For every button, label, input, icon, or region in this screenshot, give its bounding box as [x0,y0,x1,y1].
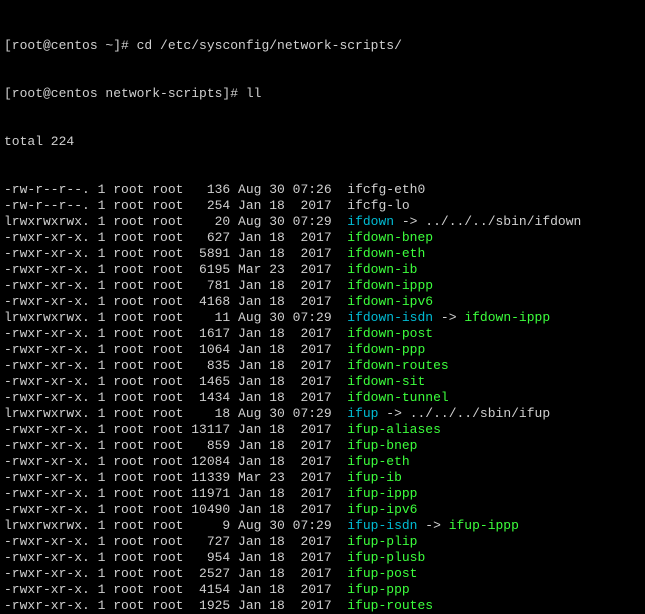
file-meta: -rwxr-xr-x. 1 root root 835 Jan 18 2017 [4,358,347,373]
file-name: ifcfg-eth0 [347,182,425,197]
file-meta: -rwxr-xr-x. 1 root root 4168 Jan 18 2017 [4,294,347,309]
line-prompt-2: [root@centos network-scripts]# ll [4,86,641,102]
file-row: -rwxr-xr-x. 1 root root 5891 Jan 18 2017… [4,246,641,262]
file-meta: -rw-r--r--. 1 root root 136 Aug 30 07:26 [4,182,347,197]
file-meta: -rwxr-xr-x. 1 root root 4154 Jan 18 2017 [4,582,347,597]
link-target: ifup-ippp [449,518,519,533]
link-target: ../../../sbin/ifdown [425,214,581,229]
file-row: -rwxr-xr-x. 1 root root 6195 Mar 23 2017… [4,262,641,278]
terminal[interactable]: [root@centos ~]# cd /etc/sysconfig/netwo… [0,0,645,614]
file-row: -rwxr-xr-x. 1 root root 859 Jan 18 2017 … [4,438,641,454]
file-row: -rwxr-xr-x. 1 root root 13117 Jan 18 201… [4,422,641,438]
file-meta: lrwxrwxrwx. 1 root root 11 Aug 30 07:29 [4,310,347,325]
file-name-exec: ifup-ib [347,470,402,485]
link-arrow: -> [378,406,409,421]
link-arrow: -> [394,214,425,229]
file-meta: -rwxr-xr-x. 1 root root 6195 Mar 23 2017 [4,262,347,277]
file-meta: -rwxr-xr-x. 1 root root 13117 Jan 18 201… [4,422,347,437]
file-meta: -rwxr-xr-x. 1 root root 954 Jan 18 2017 [4,550,347,565]
file-row: -rwxr-xr-x. 1 root root 4154 Jan 18 2017… [4,582,641,598]
file-meta: -rwxr-xr-x. 1 root root 627 Jan 18 2017 [4,230,347,245]
file-meta: -rwxr-xr-x. 1 root root 1465 Jan 18 2017 [4,374,347,389]
file-name-exec: ifup-plusb [347,550,425,565]
file-row: -rwxr-xr-x. 1 root root 4168 Jan 18 2017… [4,294,641,310]
file-name-link: ifdown [347,214,394,229]
link-target: ifdown-ippp [464,310,550,325]
file-row: -rwxr-xr-x. 1 root root 835 Jan 18 2017 … [4,358,641,374]
file-row: -rwxr-xr-x. 1 root root 1617 Jan 18 2017… [4,326,641,342]
file-meta: -rwxr-xr-x. 1 root root 781 Jan 18 2017 [4,278,347,293]
file-row: -rwxr-xr-x. 1 root root 1434 Jan 18 2017… [4,390,641,406]
command: ll [246,86,262,101]
prompt: [root@centos ~]# [4,38,137,53]
file-row: -rwxr-xr-x. 1 root root 11339 Mar 23 201… [4,470,641,486]
file-meta: lrwxrwxrwx. 1 root root 20 Aug 30 07:29 [4,214,347,229]
file-name-exec: ifup-aliases [347,422,441,437]
link-arrow: -> [417,518,448,533]
file-row: -rw-r--r--. 1 root root 136 Aug 30 07:26… [4,182,641,198]
file-row: -rwxr-xr-x. 1 root root 727 Jan 18 2017 … [4,534,641,550]
line-prompt-1: [root@centos ~]# cd /etc/sysconfig/netwo… [4,38,641,54]
file-meta: -rwxr-xr-x. 1 root root 11339 Mar 23 201… [4,470,347,485]
file-row: -rwxr-xr-x. 1 root root 12084 Jan 18 201… [4,454,641,470]
file-name-exec: ifdown-post [347,326,433,341]
file-name-exec: ifup-post [347,566,417,581]
file-row: -rwxr-xr-x. 1 root root 954 Jan 18 2017 … [4,550,641,566]
file-row: -rw-r--r--. 1 root root 254 Jan 18 2017 … [4,198,641,214]
file-row: -rwxr-xr-x. 1 root root 2527 Jan 18 2017… [4,566,641,582]
file-meta: -rwxr-xr-x. 1 root root 10490 Jan 18 201… [4,502,347,517]
file-name-exec: ifdown-sit [347,374,425,389]
file-meta: -rwxr-xr-x. 1 root root 5891 Jan 18 2017 [4,246,347,261]
file-row: lrwxrwxrwx. 1 root root 9 Aug 30 07:29 i… [4,518,641,534]
file-meta: -rw-r--r--. 1 root root 254 Jan 18 2017 [4,198,347,213]
file-name-exec: ifdown-bnep [347,230,433,245]
file-meta: lrwxrwxrwx. 1 root root 18 Aug 30 07:29 [4,406,347,421]
file-name-exec: ifdown-eth [347,246,425,261]
file-row: -rwxr-xr-x. 1 root root 11971 Jan 18 201… [4,486,641,502]
file-name-exec: ifdown-ippp [347,278,433,293]
file-meta: -rwxr-xr-x. 1 root root 1925 Jan 18 2017 [4,598,347,613]
file-row: -rwxr-xr-x. 1 root root 781 Jan 18 2017 … [4,278,641,294]
file-meta: -rwxr-xr-x. 1 root root 2527 Jan 18 2017 [4,566,347,581]
file-name-exec: ifup-ippp [347,486,417,501]
link-arrow: -> [433,310,464,325]
file-row: lrwxrwxrwx. 1 root root 18 Aug 30 07:29 … [4,406,641,422]
file-name-link: ifdown-isdn [347,310,433,325]
file-row: -rwxr-xr-x. 1 root root 1064 Jan 18 2017… [4,342,641,358]
file-row: -rwxr-xr-x. 1 root root 627 Jan 18 2017 … [4,230,641,246]
file-row: lrwxrwxrwx. 1 root root 11 Aug 30 07:29 … [4,310,641,326]
file-name-exec: ifup-ipv6 [347,502,417,517]
file-meta: -rwxr-xr-x. 1 root root 1434 Jan 18 2017 [4,390,347,405]
file-name-link: ifup-isdn [347,518,417,533]
file-row: -rwxr-xr-x. 1 root root 1465 Jan 18 2017… [4,374,641,390]
file-meta: -rwxr-xr-x. 1 root root 1064 Jan 18 2017 [4,342,347,357]
line-total: total 224 [4,134,641,150]
file-meta: -rwxr-xr-x. 1 root root 11971 Jan 18 201… [4,486,347,501]
file-name-exec: ifdown-ib [347,262,417,277]
file-name-exec: ifup-eth [347,454,409,469]
file-listing: -rw-r--r--. 1 root root 136 Aug 30 07:26… [4,182,641,614]
file-name-exec: ifup-routes [347,598,433,613]
file-name: ifcfg-lo [347,198,409,213]
file-meta: -rwxr-xr-x. 1 root root 727 Jan 18 2017 [4,534,347,549]
link-target: ../../../sbin/ifup [410,406,550,421]
file-name-exec: ifdown-tunnel [347,390,448,405]
file-name-exec: ifdown-ppp [347,342,425,357]
file-meta: -rwxr-xr-x. 1 root root 1617 Jan 18 2017 [4,326,347,341]
file-name-exec: ifup-plip [347,534,417,549]
prompt: [root@centos network-scripts]# [4,86,246,101]
file-row: -rwxr-xr-x. 1 root root 10490 Jan 18 201… [4,502,641,518]
file-name-exec: ifdown-ipv6 [347,294,433,309]
file-name-exec: ifdown-routes [347,358,448,373]
file-name-exec: ifup-bnep [347,438,417,453]
command: cd /etc/sysconfig/network-scripts/ [137,38,402,53]
total-text: total 224 [4,134,74,149]
file-meta: lrwxrwxrwx. 1 root root 9 Aug 30 07:29 [4,518,347,533]
file-meta: -rwxr-xr-x. 1 root root 12084 Jan 18 201… [4,454,347,469]
file-meta: -rwxr-xr-x. 1 root root 859 Jan 18 2017 [4,438,347,453]
file-name-link: ifup [347,406,378,421]
file-row: -rwxr-xr-x. 1 root root 1925 Jan 18 2017… [4,598,641,614]
file-name-exec: ifup-ppp [347,582,409,597]
file-row: lrwxrwxrwx. 1 root root 20 Aug 30 07:29 … [4,214,641,230]
